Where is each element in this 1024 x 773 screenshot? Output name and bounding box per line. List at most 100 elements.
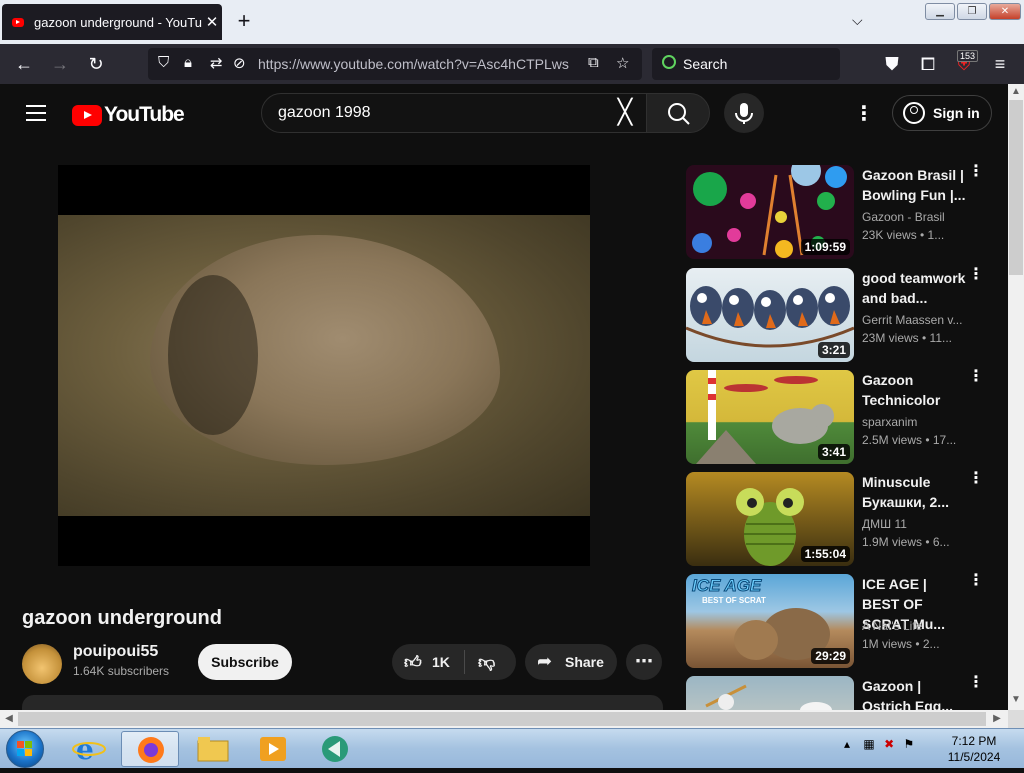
- recommendation-title[interactable]: Minuscule Букашки, 2...: [862, 472, 966, 512]
- file-explorer-taskbar-icon[interactable]: [184, 731, 242, 767]
- app-taskbar-icon[interactable]: [306, 731, 364, 767]
- browser-tab-active[interactable]: gazoon underground - YouTube ✕: [2, 4, 222, 40]
- autoplay-blocked-icon[interactable]: ⊘: [233, 54, 246, 72]
- system-clock[interactable]: 7:12 PM 11/5/2024: [930, 733, 1018, 765]
- picture-in-picture-icon[interactable]: ⧉: [588, 54, 599, 71]
- recommendation-menu-icon[interactable]: ⋮: [968, 164, 984, 180]
- video-thumbnail[interactable]: 3:41: [686, 370, 854, 464]
- recommendation-title[interactable]: Gazoon | Ostrich Egg...: [862, 676, 966, 710]
- browser-search-field[interactable]: Search: [652, 48, 840, 80]
- clear-search-icon[interactable]: ╳: [610, 98, 640, 128]
- video-frame[interactable]: [58, 215, 590, 516]
- recommendation-menu-icon[interactable]: ⋮: [968, 369, 984, 385]
- video-duration: 1:55:04: [800, 546, 850, 562]
- video-player[interactable]: [58, 165, 590, 566]
- video-thumbnail[interactable]: 3:21: [686, 268, 854, 362]
- thumbs-down-icon[interactable]: 👎︎: [478, 652, 495, 673]
- subscribe-button[interactable]: Subscribe: [198, 644, 292, 680]
- scroll-right-arrow-icon[interactable]: ▶: [990, 712, 1004, 726]
- recommendation-item[interactable]: 3:41 Gazoon Technicolor sparxanim 2.5M v…: [686, 369, 986, 464]
- action-center-flag-icon[interactable]: ⚑: [903, 737, 914, 751]
- internet-explorer-taskbar-icon[interactable]: e: [60, 731, 118, 767]
- network-icon[interactable]: ▦: [863, 737, 874, 751]
- recommendation-item[interactable]: 3:21 good teamwork and bad... Gerrit Maa…: [686, 267, 986, 362]
- guide-menu-icon[interactable]: [26, 105, 46, 126]
- extensions-puzzle-icon[interactable]: ⧠: [916, 52, 940, 76]
- permissions-icon[interactable]: ⇄: [210, 54, 223, 72]
- recommendation-item[interactable]: Gazoon | Ostrich Egg... ⋮: [686, 675, 986, 710]
- recommendation-item[interactable]: ICE AGE BEST OF SCRAT 29:29 ICE AGE | BE…: [686, 573, 986, 668]
- start-button[interactable]: [6, 730, 44, 768]
- system-tray: ▴ ▦ ✖ ⚑: [844, 737, 914, 751]
- youtube-search-input[interactable]: gazoon 1998 ╳: [261, 93, 647, 133]
- video-title: gazoon underground: [22, 607, 222, 629]
- close-tab-icon[interactable]: ✕: [202, 13, 222, 31]
- video-duration: 1:09:59: [800, 239, 850, 255]
- recommendation-channel[interactable]: A Nat's Life: [862, 619, 972, 633]
- more-actions-button[interactable]: ⋯: [626, 644, 662, 680]
- recommendation-title[interactable]: good teamwork and bad...: [862, 268, 966, 308]
- recommendation-channel[interactable]: Gazoon - Brasil: [862, 210, 972, 224]
- minimize-window-button[interactable]: ▁: [925, 3, 955, 20]
- recommendation-item[interactable]: 1:55:04 Minuscule Букашки, 2... ДМШ 11 1…: [686, 471, 986, 566]
- sign-in-button[interactable]: Sign in: [892, 95, 992, 131]
- bookmark-star-icon[interactable]: ☆: [616, 54, 629, 72]
- recommendation-menu-icon[interactable]: ⋮: [968, 267, 984, 283]
- restore-window-button[interactable]: ❐: [957, 3, 987, 20]
- firefox-taskbar-icon[interactable]: [121, 731, 179, 767]
- scroll-left-arrow-icon[interactable]: ◀: [2, 712, 16, 726]
- like-count[interactable]: 1K: [432, 654, 450, 670]
- media-player-taskbar-icon[interactable]: [244, 731, 302, 767]
- tracking-shield-icon[interactable]: ⛉: [158, 54, 169, 71]
- recommendation-item[interactable]: 1:09:59 Gazoon Brasil | Bowling Fun |...…: [686, 164, 986, 259]
- description-box[interactable]: [22, 695, 663, 710]
- share-button[interactable]: ➦ Share: [525, 644, 617, 680]
- scroll-down-arrow-icon[interactable]: ▼: [1010, 694, 1022, 706]
- share-label: Share: [565, 654, 604, 670]
- tab-title: gazoon underground - YouTube: [34, 14, 202, 30]
- pocket-icon[interactable]: ⛊: [880, 52, 904, 76]
- horizontal-scroll-thumb[interactable]: [18, 712, 986, 726]
- vertical-scroll-thumb[interactable]: [1009, 100, 1023, 275]
- settings-kebab-icon[interactable]: ⋮: [852, 104, 876, 124]
- close-window-button[interactable]: ✕: [989, 3, 1021, 20]
- video-thumbnail[interactable]: 1:55:04: [686, 472, 854, 566]
- channel-avatar[interactable]: [22, 644, 62, 684]
- youtube-page: YouTube gazoon 1998 ╳ ⋮ Sign in gazoon u…: [0, 84, 1008, 710]
- forward-arrow-icon[interactable]: →: [48, 52, 72, 76]
- recommendation-channel[interactable]: sparxanim: [862, 415, 972, 429]
- recommendation-title[interactable]: Gazoon Brasil | Bowling Fun |...: [862, 165, 966, 205]
- lock-icon[interactable]: 🔒︎: [184, 54, 192, 71]
- youtube-logo[interactable]: YouTube: [72, 103, 185, 127]
- scroll-up-arrow-icon[interactable]: ▲: [1010, 86, 1022, 98]
- horizontal-scrollbar[interactable]: ◀ ▶: [0, 710, 1008, 728]
- new-tab-button[interactable]: +: [232, 10, 256, 34]
- thumbs-up-icon[interactable]: 👍︎: [404, 652, 422, 673]
- reload-icon[interactable]: ↻: [84, 52, 108, 76]
- vertical-scrollbar[interactable]: ▲ ▼: [1008, 84, 1024, 710]
- video-thumbnail[interactable]: ICE AGE BEST OF SCRAT 29:29: [686, 574, 854, 668]
- recommendation-title[interactable]: Gazoon Technicolor: [862, 370, 966, 410]
- video-thumbnail[interactable]: 1:09:59: [686, 165, 854, 259]
- extension-badge-count: 153: [957, 50, 979, 62]
- clock-date: 11/5/2024: [947, 750, 1001, 764]
- url-text[interactable]: https://www.youtube.com/watch?v=Asc4hCTP…: [258, 56, 569, 72]
- channel-name[interactable]: pouipoui55: [73, 643, 158, 661]
- recommendation-channel[interactable]: Gerrit Maassen v...: [862, 313, 972, 327]
- list-all-tabs-chevron-icon[interactable]: ⌵: [852, 12, 863, 29]
- youtube-favicon-icon: [12, 17, 24, 27]
- recommendation-channel[interactable]: ДМШ 11: [862, 517, 972, 531]
- show-hidden-icons-icon[interactable]: ▴: [844, 737, 850, 751]
- back-arrow-icon[interactable]: ←: [12, 52, 36, 76]
- video-thumbnail[interactable]: [686, 676, 854, 710]
- youtube-search-button[interactable]: [646, 93, 710, 133]
- search-icon: [668, 103, 690, 125]
- recommendation-menu-icon[interactable]: ⋮: [968, 675, 984, 691]
- address-bar[interactable]: ⛉ 🔒︎ ⇄ ⊘ https://www.youtube.com/watch?v…: [148, 48, 642, 80]
- search-query-text[interactable]: gazoon 1998: [278, 104, 371, 122]
- recommendation-menu-icon[interactable]: ⋮: [968, 573, 984, 589]
- recommendation-menu-icon[interactable]: ⋮: [968, 471, 984, 487]
- voice-search-button[interactable]: [724, 93, 764, 133]
- app-menu-icon[interactable]: ≡: [988, 52, 1012, 76]
- volume-muted-icon[interactable]: ✖: [884, 737, 894, 751]
